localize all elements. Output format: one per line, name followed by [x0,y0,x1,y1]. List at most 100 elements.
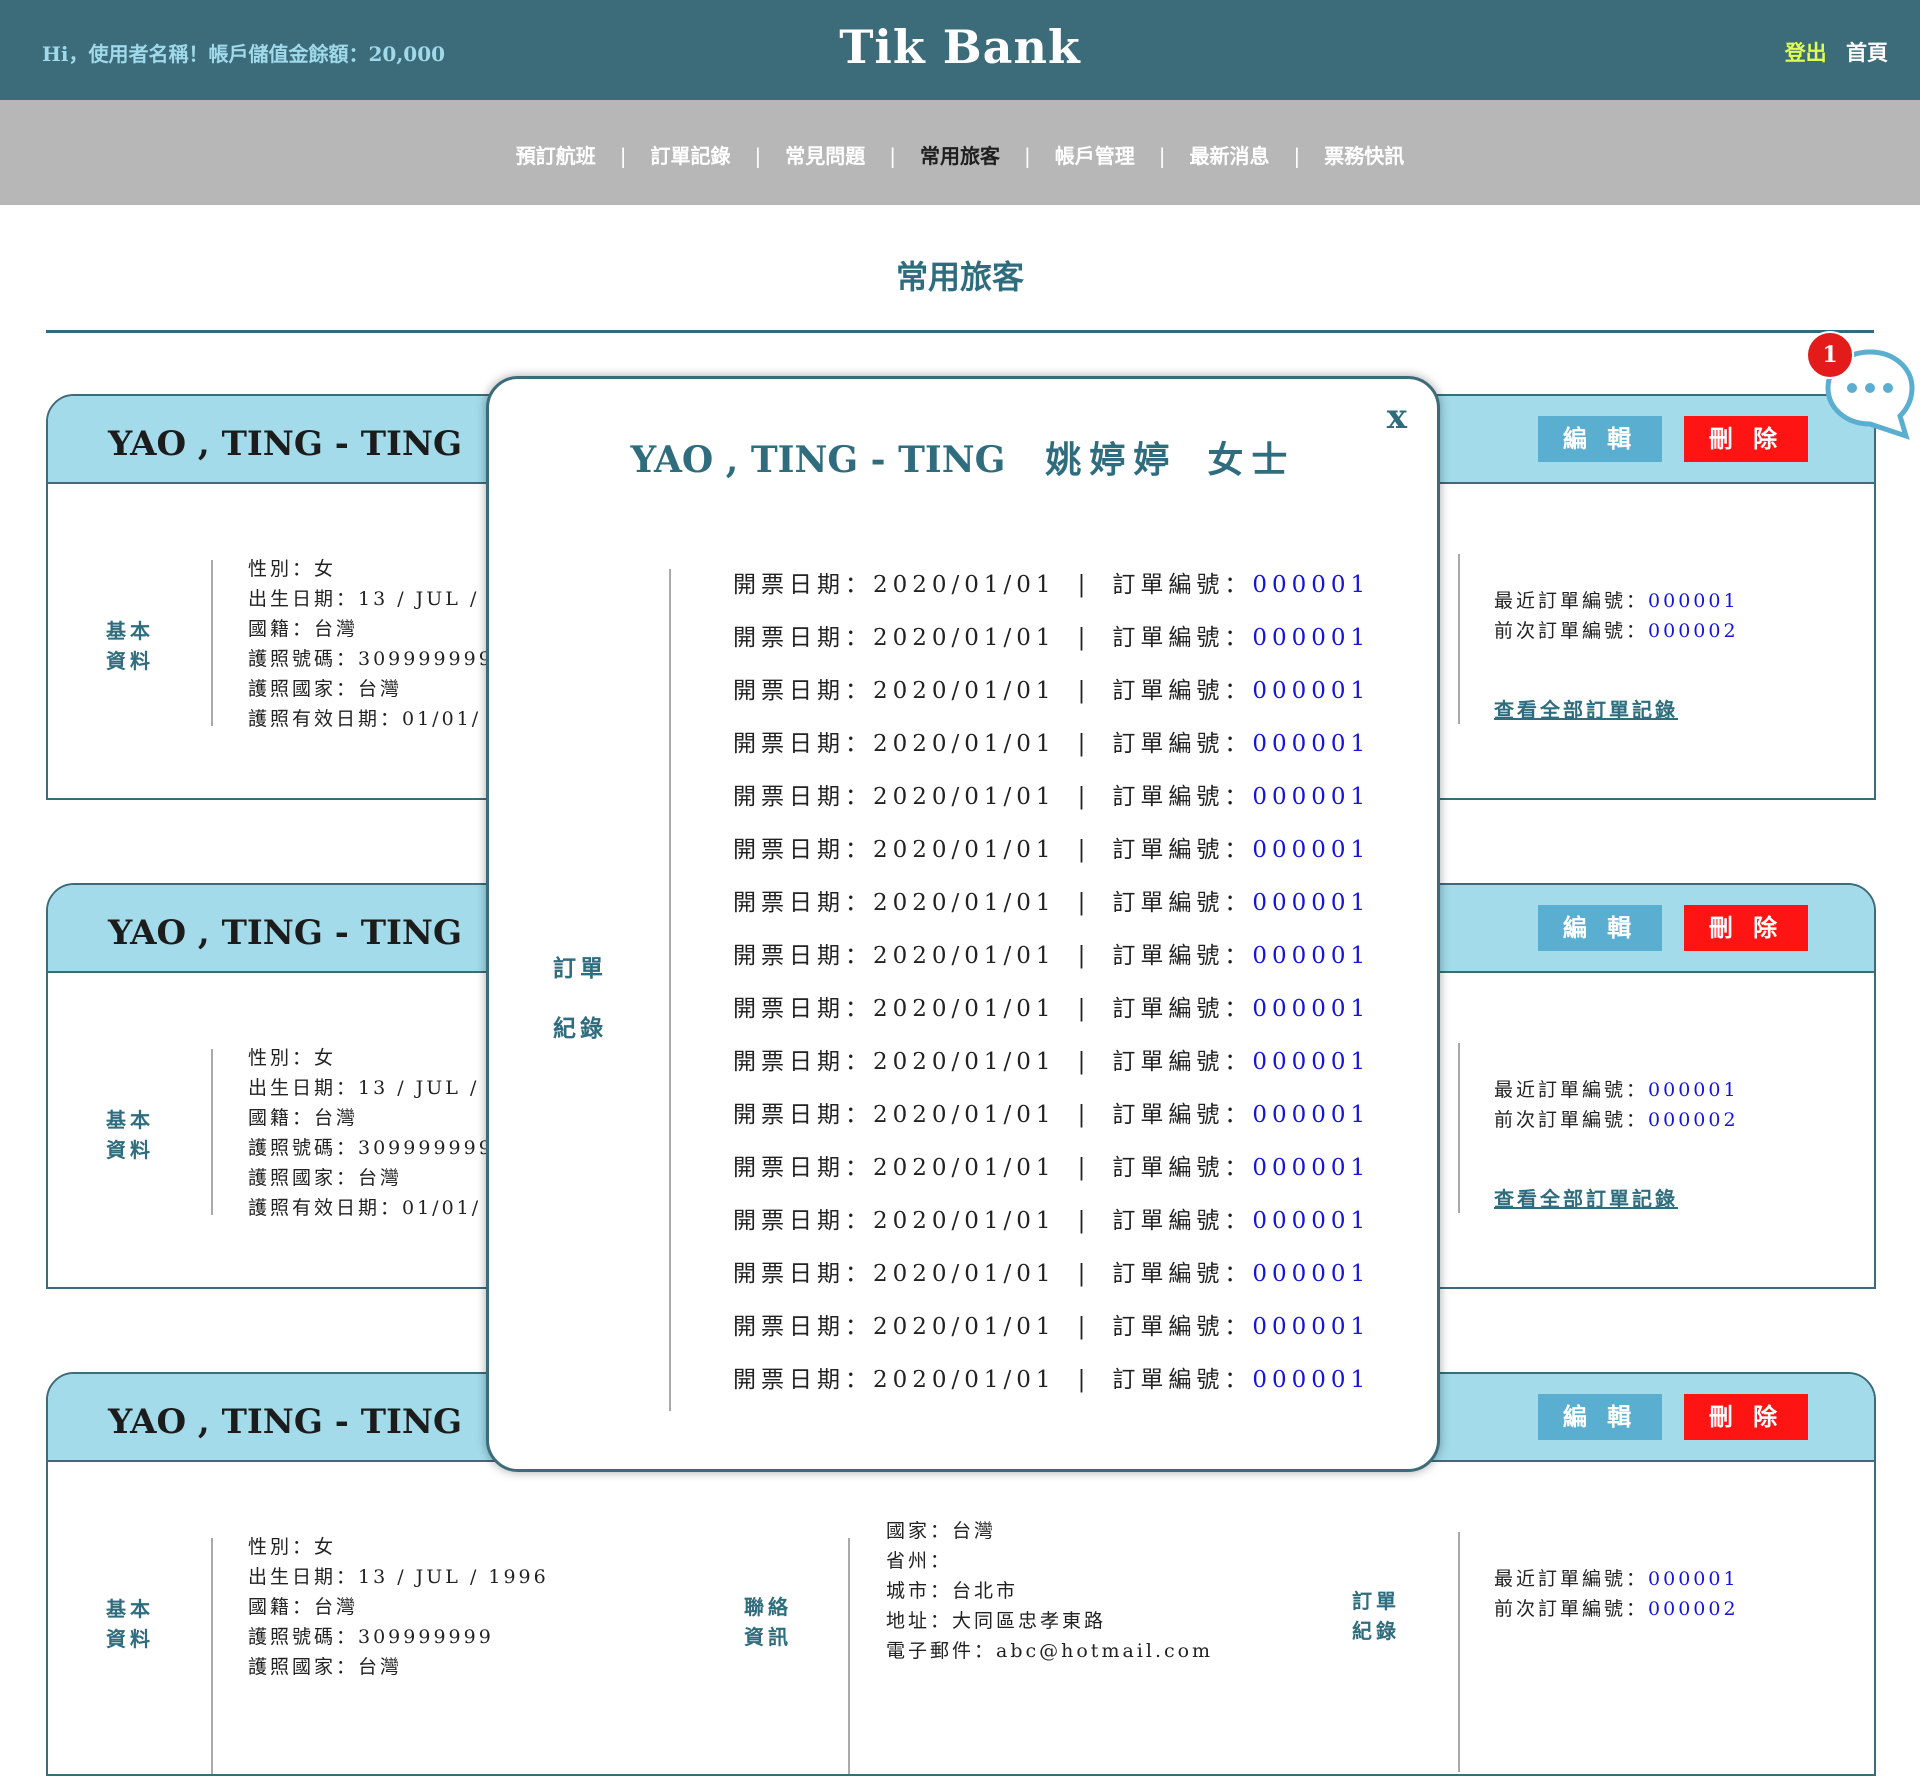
birth-date: 出生日期：13 / JUL / 1996 [248,1566,549,1588]
order-number-label: 訂單編號： [1112,1367,1253,1393]
issue-date: 2020/01/01 [873,784,1056,810]
recent-order-number[interactable]: 000001 [1648,1568,1739,1590]
order-number[interactable]: 000001 [1252,1314,1370,1340]
order-number[interactable]: 000001 [1252,837,1370,863]
order-number[interactable]: 000001 [1252,1261,1370,1287]
order-number[interactable]: 000001 [1252,678,1370,704]
issue-date-label: 開票日期： [733,784,873,810]
gender: 性別：女 [248,558,337,580]
prev-order-label: 前次訂單編號： [1494,620,1649,642]
order-number-label: 訂單編號： [1112,784,1253,810]
traveler-name: YAO , TING - TING姚 [108,416,540,465]
basic-info: 性別：女 出生日期：13 / JUL / 1996 國籍：台灣 護照號碼：309… [248,1532,549,1682]
nav-separator: | [1158,144,1166,168]
order-number[interactable]: 000001 [1252,1049,1370,1075]
edit-button[interactable]: 編 輯 [1538,905,1662,951]
basic-info: 性別：女 出生日期：13 / JUL / 國籍：台灣 護照號碼：30999999… [248,554,494,734]
gender: 性別：女 [248,1536,337,1558]
order-record-row: 開票日期：2020/01/01 | 訂單編號：000001 [733,665,1370,718]
issue-date: 2020/01/01 [873,1102,1056,1128]
delete-button[interactable]: 刪 除 [1684,416,1808,462]
issue-date: 2020/01/01 [873,1155,1056,1181]
prev-order-number[interactable]: 000002 [1648,620,1739,642]
order-record-row: 開票日期：2020/01/01 | 訂單編號：000001 [733,559,1370,612]
country: 國家：台灣 [886,1520,997,1542]
row-separator: | [1077,784,1091,810]
edit-button[interactable]: 編 輯 [1538,1394,1662,1440]
order-number[interactable]: 000001 [1252,784,1370,810]
divider [1458,1043,1460,1213]
divider [211,1538,213,1774]
issue-date: 2020/01/01 [873,1261,1056,1287]
order-summary: 最近訂單編號：000001 前次訂單編號：000002 [1494,586,1739,646]
order-number[interactable]: 000001 [1252,1208,1370,1234]
order-number-label: 訂單編號： [1112,1208,1253,1234]
nav-separator: | [1024,144,1031,168]
nav-item[interactable]: 帳戶管理 [1031,140,1159,169]
prev-order-number[interactable]: 000002 [1648,1109,1739,1131]
issue-date-label: 開票日期： [733,1314,873,1340]
view-all-orders-link[interactable]: 查看全部訂單記錄 [1494,694,1678,723]
row-separator: | [1077,1367,1091,1393]
recent-order-number[interactable]: 000001 [1648,1079,1739,1101]
nav-item[interactable]: 票務快訊 [1300,140,1428,169]
order-number[interactable]: 000001 [1252,1155,1370,1181]
order-summary: 最近訂單編號：000001 前次訂單編號：000002 [1494,1075,1739,1135]
nationality: 國籍：台灣 [248,1107,359,1129]
traveler-name: YAO , TING - TING姚 [108,905,540,954]
issue-date: 2020/01/01 [873,1314,1056,1340]
view-all-orders-link[interactable]: 查看全部訂單記錄 [1494,1183,1678,1212]
issue-date-label: 開票日期： [733,996,873,1022]
nav-item[interactable]: 常見問題 [761,140,889,169]
edit-button[interactable]: 編 輯 [1538,416,1662,462]
nav-separator: | [754,144,762,168]
order-record-row: 開票日期：2020/01/01 | 訂單編號：000001 [733,612,1370,665]
divider [211,1049,213,1215]
order-number[interactable]: 000001 [1252,731,1370,757]
passport-expiry: 護照有效日期：01/01/ [248,708,482,730]
row-separator: | [1077,678,1091,704]
row-separator: | [1077,1261,1091,1287]
order-number[interactable]: 000001 [1252,890,1370,916]
order-number-label: 訂單編號： [1112,572,1253,598]
nav-item[interactable]: 最新消息 [1166,140,1294,169]
nav-item[interactable]: 訂單記錄 [627,140,755,169]
order-records-list: 開票日期：2020/01/01 | 訂單編號：000001 開票日期：2020/01/… [733,559,1370,1407]
order-number[interactable]: 000001 [1252,943,1370,969]
order-number[interactable]: 000001 [1252,1367,1370,1393]
brand-logo[interactable]: Tik Bank [0,20,1920,74]
modal-order-records-label: 訂單 紀錄 [553,956,607,1042]
order-number[interactable]: 000001 [1252,996,1370,1022]
modal-name-zh: 姚婷婷 [1045,439,1178,481]
chat-notification-badge: 1 [1806,331,1854,379]
issue-date-label: 開票日期： [733,1367,873,1393]
order-summary: 最近訂單編號：000001 前次訂單編號：000002 [1494,1564,1739,1624]
recent-order-label: 最近訂單編號： [1494,1079,1649,1101]
traveler-name: YAO , TING - TING姚 [108,1394,540,1443]
order-number[interactable]: 000001 [1252,625,1370,651]
address: 地址：大同區忠孝東路 [886,1610,1107,1632]
order-record-row: 開票日期：2020/01/01 | 訂單編號：000001 [733,877,1370,930]
order-number-label: 訂單編號： [1112,1155,1253,1181]
passport-country: 護照國家：台灣 [248,678,403,700]
issue-date-label: 開票日期： [733,1208,873,1234]
issue-date: 2020/01/01 [873,731,1056,757]
page-title: 常用旅客 [895,258,1024,296]
nav-item[interactable]: 預訂航班 [492,140,620,169]
issue-date-label: 開票日期： [733,1049,873,1075]
basic-info: 性別：女 出生日期：13 / JUL / 國籍：台灣 護照號碼：30999999… [248,1043,494,1223]
birth-date: 出生日期：13 / JUL / [248,588,480,610]
home-link[interactable]: 首頁 [1846,41,1888,65]
nav-item[interactable]: 常用旅客 [896,140,1024,169]
prev-order-number[interactable]: 000002 [1648,1598,1739,1620]
basic-info-label: 基本 資料 [106,619,154,673]
issue-date: 2020/01/01 [873,837,1056,863]
order-number[interactable]: 000001 [1252,572,1370,598]
delete-button[interactable]: 刪 除 [1684,1394,1808,1440]
order-number[interactable]: 000001 [1252,1102,1370,1128]
delete-button[interactable]: 刪 除 [1684,905,1808,951]
issue-date-label: 開票日期： [733,1102,873,1128]
logout-link[interactable]: 登出 [1785,41,1827,65]
issue-date-label: 開票日期： [733,943,873,969]
recent-order-number[interactable]: 000001 [1648,590,1739,612]
